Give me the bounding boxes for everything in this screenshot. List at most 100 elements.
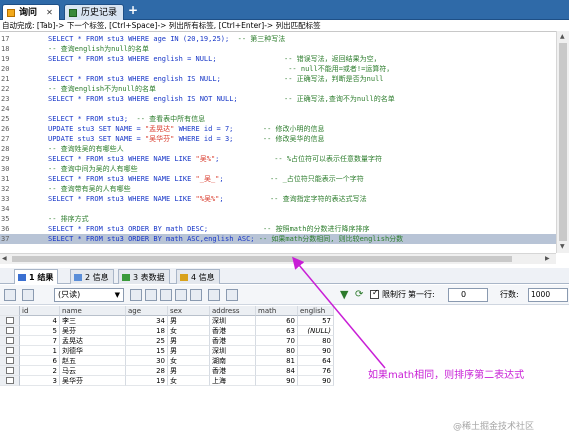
cell-sex[interactable]: 男	[168, 316, 210, 326]
cell-age[interactable]: 34	[126, 316, 168, 326]
code-line[interactable]: 34	[0, 204, 556, 214]
cell-english[interactable]: (NULL)	[298, 326, 334, 336]
column-header-id[interactable]: id	[20, 306, 60, 316]
cell-sex[interactable]: 男	[168, 336, 210, 346]
code-line[interactable]: 23 SELECT * FROM stu3 WHERE english IS NO…	[0, 94, 556, 104]
form-view-icon[interactable]	[22, 289, 34, 301]
cell-age[interactable]: 30	[126, 356, 168, 366]
cell-id[interactable]: 2	[20, 366, 60, 376]
row-selector[interactable]	[0, 346, 20, 356]
cell-name[interactable]: 吴芬	[60, 326, 126, 336]
table-row[interactable]: 7 孟晃达 25 男香港 70 80	[20, 336, 334, 346]
tab-history[interactable]: 历史记录	[64, 4, 125, 20]
table-row[interactable]: 3 吴华芬 19 女上海 90 90	[20, 376, 334, 386]
tab-info-4[interactable]: 4 信息	[176, 269, 220, 284]
code-line[interactable]: 29 SELECT * FROM stu3 WHERE NAME LIKE "吴%…	[0, 154, 556, 164]
row-checkbox[interactable]	[6, 337, 14, 344]
column-header-address[interactable]: address	[210, 306, 256, 316]
code-line[interactable]: 31 SELECT * FROM stu3 WHERE NAME LIKE "_吴…	[0, 174, 556, 184]
row-count-input[interactable]: 1000	[528, 288, 568, 302]
cell-address[interactable]: 香港	[210, 336, 256, 346]
cell-id[interactable]: 3	[20, 376, 60, 386]
table-row[interactable]: 6 赵五 30 女湖南 81 64	[20, 356, 334, 366]
cell-english[interactable]: 80	[298, 336, 334, 346]
row-checkbox[interactable]	[6, 347, 14, 354]
cell-id[interactable]: 5	[20, 326, 60, 336]
text-view-icon[interactable]	[208, 289, 220, 301]
column-header-english[interactable]: english	[298, 306, 334, 316]
scroll-up-icon[interactable]: ▲	[560, 33, 565, 40]
cell-math[interactable]: 84	[256, 366, 298, 376]
cell-english[interactable]: 64	[298, 356, 334, 366]
cell-address[interactable]: 上海	[210, 376, 256, 386]
cell-age[interactable]: 19	[126, 376, 168, 386]
cell-id[interactable]: 1	[20, 346, 60, 356]
result-grid[interactable]: id name age sex address math english 4 李三 34 男深圳 60…	[20, 306, 334, 386]
cell-address[interactable]: 香港	[210, 366, 256, 376]
code-line[interactable]: 33 SELECT * FROM stu3 WHERE NAME LIKE "%吴…	[0, 194, 556, 204]
cell-english[interactable]: 57	[298, 316, 334, 326]
limit-rows-checkbox[interactable]: ✓	[370, 288, 379, 299]
export-icon[interactable]	[226, 289, 238, 301]
code-line[interactable]: 24	[0, 104, 556, 114]
cell-name[interactable]: 孟晃达	[60, 336, 126, 346]
code-line[interactable]: 21 SELECT * FROM stu3 WHERE english IS NU…	[0, 74, 556, 84]
row-checkbox[interactable]	[6, 367, 14, 374]
code-line[interactable]: 30 -- 查询中间为吴的人有哪些	[0, 164, 556, 174]
sql-editor[interactable]: 17 SELECT * FROM stu3 WHERE age IN (20,19…	[0, 31, 556, 253]
refresh-grid-icon[interactable]	[190, 289, 202, 301]
cell-math[interactable]: 81	[256, 356, 298, 366]
cell-name[interactable]: 吴华芬	[60, 376, 126, 386]
row-selector[interactable]	[0, 326, 20, 336]
editor-horizontal-scrollbar[interactable]: ◀ ▶	[0, 253, 556, 264]
column-header-age[interactable]: age	[126, 306, 168, 316]
tab-info-2[interactable]: 2 信息	[70, 269, 114, 284]
editor-vertical-scrollbar[interactable]: ▲ ▼	[556, 31, 569, 253]
cell-math[interactable]: 90	[256, 376, 298, 386]
cell-address[interactable]: 深圳	[210, 346, 256, 356]
tab-result-1[interactable]: 1 结果	[14, 269, 59, 284]
first-row-input[interactable]: 0	[448, 288, 488, 302]
cell-age[interactable]: 18	[126, 326, 168, 336]
code-line[interactable]: 27 UPDATE stu3 SET NAME = "吴华芬" WHERE id …	[0, 134, 556, 144]
cell-id[interactable]: 4	[20, 316, 60, 326]
grid-view-icon[interactable]	[4, 289, 16, 301]
row-selector[interactable]	[0, 356, 20, 366]
insert-row-icon[interactable]	[145, 289, 157, 301]
cell-sex[interactable]: 女	[168, 356, 210, 366]
row-checkbox[interactable]	[6, 327, 14, 334]
cell-math[interactable]: 70	[256, 336, 298, 346]
code-line[interactable]: 28 -- 查询姓吴的有哪些人	[0, 144, 556, 154]
cell-math[interactable]: 60	[256, 316, 298, 326]
row-checkbox[interactable]	[6, 357, 14, 364]
delete-row-icon[interactable]	[175, 289, 187, 301]
row-selector[interactable]	[0, 336, 20, 346]
cell-name[interactable]: 刘德华	[60, 346, 126, 356]
cell-name[interactable]: 马云	[60, 366, 126, 376]
code-line[interactable]: 26 UPDATE stu3 SET NAME = "孟晃达" WHERE id …	[0, 124, 556, 134]
code-line[interactable]: 18 -- 查询english为null的名单	[0, 44, 556, 54]
table-row[interactable]: 5 吴芬 18 女香港 63 (NULL)	[20, 326, 334, 336]
code-line[interactable]: 37 SELECT * FROM stu3 ORDER BY math ASC,e…	[0, 234, 556, 244]
cell-name[interactable]: 赵五	[60, 356, 126, 366]
cell-address[interactable]: 深圳	[210, 316, 256, 326]
scroll-right-icon[interactable]: ▶	[545, 255, 550, 262]
row-selector[interactable]	[0, 316, 20, 326]
select-all-cell[interactable]	[0, 306, 20, 316]
cell-math[interactable]: 63	[256, 326, 298, 336]
cell-math[interactable]: 80	[256, 346, 298, 356]
code-line[interactable]: 19 SELECT * FROM stu3 WHERE english = NUL…	[0, 54, 556, 64]
row-selector[interactable]	[0, 376, 20, 386]
code-line[interactable]: 17 SELECT * FROM stu3 WHERE age IN (20,19…	[0, 34, 556, 44]
table-row[interactable]: 4 李三 34 男深圳 60 57	[20, 316, 334, 326]
scrollbar-thumb[interactable]	[12, 256, 512, 262]
tab-query[interactable]: 询问 ✕	[2, 4, 60, 20]
cell-sex[interactable]: 男	[168, 346, 210, 356]
cell-sex[interactable]: 女	[168, 326, 210, 336]
column-header-sex[interactable]: sex	[168, 306, 210, 316]
edit-mode-select[interactable]: (只读) ▼	[54, 288, 124, 302]
cell-age[interactable]: 25	[126, 336, 168, 346]
cell-sex[interactable]: 男	[168, 366, 210, 376]
column-header-name[interactable]: name	[60, 306, 126, 316]
new-tab-button[interactable]: +	[128, 3, 138, 17]
